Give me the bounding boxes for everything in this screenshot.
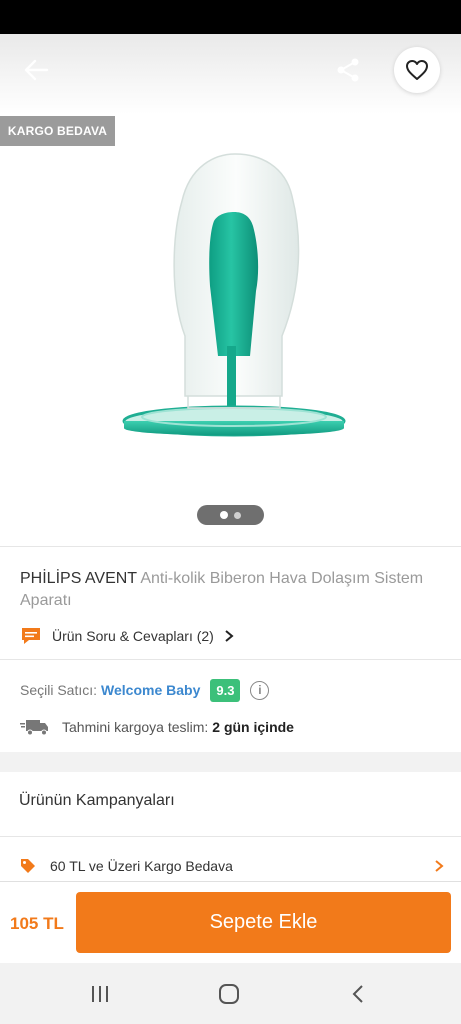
chevron-right-icon bbox=[435, 860, 444, 872]
home-icon bbox=[219, 984, 239, 1004]
system-back-button[interactable] bbox=[343, 981, 373, 1007]
recent-apps-icon bbox=[92, 986, 108, 1002]
chevron-right-icon bbox=[225, 630, 234, 642]
divider bbox=[0, 546, 461, 547]
seller-label: Seçili Satıcı: bbox=[20, 682, 98, 698]
shipping-value: 2 gün içinde bbox=[212, 719, 294, 735]
qa-label: Ürün Soru & Cevapları (2) bbox=[52, 628, 214, 644]
chevron-left-icon bbox=[352, 985, 363, 1003]
home-button[interactable] bbox=[214, 981, 244, 1007]
favorite-button[interactable] bbox=[394, 47, 440, 93]
image-pager[interactable] bbox=[197, 505, 264, 525]
info-icon[interactable]: i bbox=[250, 680, 270, 700]
shipping-row: Tahmini kargoya teslim: 2 gün içinde bbox=[20, 715, 294, 739]
pager-dot-active bbox=[220, 511, 228, 519]
add-to-cart-button[interactable]: Sepete Ekle bbox=[76, 892, 451, 953]
bottom-action-bar: 105 TL Sepete Ekle bbox=[0, 881, 461, 963]
divider bbox=[0, 659, 461, 660]
free-shipping-badge: KARGO BEDAVA bbox=[0, 116, 115, 146]
campaigns-title: Ürünün Kampanyaları bbox=[19, 792, 175, 809]
product-title: PHİLİPS AVENT Anti-kolik Biberon Hava Do… bbox=[20, 568, 440, 612]
recent-apps-button[interactable] bbox=[85, 981, 115, 1007]
hero-top-fade bbox=[0, 34, 461, 114]
status-bar bbox=[0, 0, 461, 34]
campaign-label: 60 TL ve Üzeri Kargo Bedava bbox=[50, 858, 233, 874]
system-nav-bar bbox=[0, 963, 461, 1024]
arrow-left-icon bbox=[24, 59, 49, 81]
back-button[interactable] bbox=[18, 54, 54, 86]
qa-link[interactable]: Ürün Soru & Cevapları (2) bbox=[20, 624, 234, 648]
seller-row: Seçili Satıcı: Welcome Baby 9.3 i bbox=[20, 676, 270, 704]
section-gap bbox=[0, 752, 461, 772]
divider bbox=[0, 836, 461, 837]
product-image bbox=[122, 153, 346, 437]
seller-name-link[interactable]: Welcome Baby bbox=[101, 682, 200, 698]
campaign-item[interactable]: 60 TL ve Üzeri Kargo Bedava bbox=[20, 852, 444, 880]
shipping-label: Tahmini kargoya teslim: bbox=[62, 719, 209, 735]
tag-icon bbox=[21, 859, 35, 873]
seller-score-badge: 9.3 bbox=[210, 678, 241, 702]
truck-icon bbox=[20, 720, 48, 736]
share-icon bbox=[337, 58, 359, 82]
product-image-gallery[interactable]: KARGO BEDAVA bbox=[0, 34, 461, 546]
heart-outline-icon bbox=[406, 60, 428, 80]
price: 105 TL bbox=[10, 914, 64, 933]
share-button[interactable] bbox=[330, 52, 366, 88]
chat-icon bbox=[22, 628, 40, 644]
product-brand: PHİLİPS AVENT bbox=[20, 570, 137, 587]
pager-dot bbox=[234, 511, 241, 519]
